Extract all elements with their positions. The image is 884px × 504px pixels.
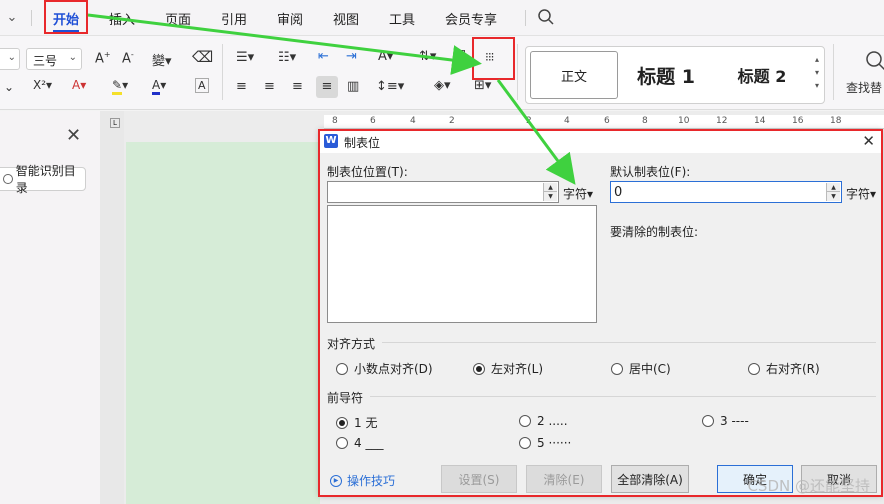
ruler-tick: 4 [410,116,416,126]
find-replace-button[interactable]: 查找替 [846,79,882,96]
ruler-tick: 16 [792,116,804,126]
search-icon[interactable] [537,8,555,26]
style-heading-2[interactable]: 标题 2 [722,51,802,99]
shrink-font-icon[interactable]: A- [122,50,134,66]
tab-selector-icon[interactable]: L [110,118,120,128]
close-icon[interactable]: ✕ [66,125,81,146]
annotation-box-home-tab [44,0,88,34]
style-normal[interactable]: 正文 [530,51,618,99]
grow-font-icon[interactable]: A+ [95,50,111,66]
chevron-down-icon[interactable]: ⌄ [4,10,20,26]
style-gallery-scroll[interactable]: ▴ ▾ ▾ [812,53,822,92]
align-center-icon[interactable]: ≡ [264,79,275,94]
tab-member[interactable]: 会员专享 [445,9,497,28]
bullet-list-icon[interactable]: ☰▾ [236,50,254,65]
annotation-box-dialog [318,129,883,497]
increase-indent-icon[interactable]: ⇥ [346,49,357,64]
numbered-list-icon[interactable]: ☷▾ [278,50,296,65]
font-size-dropdown[interactable]: 三号 ⌄ [26,48,82,70]
radio-icon [3,174,13,184]
ribbon-separator [833,44,834,100]
show-marks-icon[interactable]: ¶ [458,49,466,64]
tab-view[interactable]: 视图 [333,9,359,28]
font-name-dropdown[interactable]: ⌄ [0,48,20,70]
phonetic-guide-icon[interactable]: 變▾ [152,50,172,69]
menu-separator [525,10,526,26]
ribbon-separator [222,44,223,100]
border-icon[interactable]: ⊞▾ [474,78,491,93]
find-icon[interactable] [865,50,884,72]
horizontal-ruler[interactable]: 8 6 4 2 2 4 6 8 10 12 14 16 18 [324,115,884,129]
ruler-tick: 8 [642,116,648,126]
watermark: CSDN @还能坚持 [747,477,870,495]
ruler-tick: 6 [604,116,610,126]
char-border-icon[interactable]: A [195,78,209,93]
ribbon-separator [517,44,518,100]
tab-review[interactable]: 审阅 [277,9,303,28]
annotation-box-tab-stop [472,37,515,80]
ruler-tick: 8 [332,116,338,126]
highlight-icon[interactable]: ✎▾ [112,78,128,95]
justify-icon[interactable]: ≡ [316,76,338,98]
ruler-tick: 2 [526,116,532,126]
document-page[interactable] [126,142,320,504]
ruler-tick: 10 [678,116,690,126]
tab-page[interactable]: 页面 [165,9,191,28]
smart-toc-button[interactable]: 智能识别目录 [0,164,86,195]
ruler-tick: 6 [370,116,376,126]
ruler-tick: 18 [830,116,842,126]
tab-reference[interactable]: 引用 [221,9,247,28]
align-right-icon[interactable]: ≡ [292,79,303,94]
menu-separator [31,10,32,26]
ribbon-toolbar: ⌄ 三号 ⌄ A+ A- 變▾ ⌫ ⌄ X²▾ A▾ ✎▾ A▾ A ☰▾ ☷▾… [0,36,884,110]
style-gallery: 正文 标题 1 标题 2 ▴ ▾ ▾ [525,46,825,104]
align-left-icon[interactable]: ≡ [236,79,247,94]
decrease-indent-icon[interactable]: ⇤ [318,49,329,64]
menu-bar: ⌄ 开始 插入 页面 引用 审阅 视图 工具 会员专享 [0,0,884,36]
chevron-down-icon[interactable]: ⌄ [4,80,14,94]
line-spacing-icon[interactable]: ↕≡▾ [376,79,404,94]
tab-tools[interactable]: 工具 [389,9,415,28]
ruler-tick: 4 [564,116,570,126]
vertical-ruler [100,111,124,504]
smart-toc-label: 智能识别目录 [15,164,76,195]
style-heading-1[interactable]: 标题 1 [626,51,706,99]
ruler-tick: 12 [716,116,728,126]
superscript-icon[interactable]: X²▾ [33,78,52,92]
ruler-tick: 2 [449,116,455,126]
distribute-icon[interactable]: ▥ [347,79,359,94]
tab-insert[interactable]: 插入 [109,9,135,28]
sort-icon[interactable]: ⇅▾ [419,49,436,64]
chevron-down-icon: ⌄ [68,52,77,63]
char-spacing-icon[interactable]: A▾ [378,49,393,64]
shading-icon[interactable]: ◈▾ [434,78,451,93]
font-size-value: 三号 [33,54,58,68]
text-effect-icon[interactable]: A▾ [72,78,86,92]
font-color-icon[interactable]: A▾ [152,78,166,95]
ruler-tick: 14 [754,116,766,126]
navigation-pane: ✕ 智能识别目录 [0,111,100,504]
clear-format-icon[interactable]: ⌫ [192,48,213,66]
